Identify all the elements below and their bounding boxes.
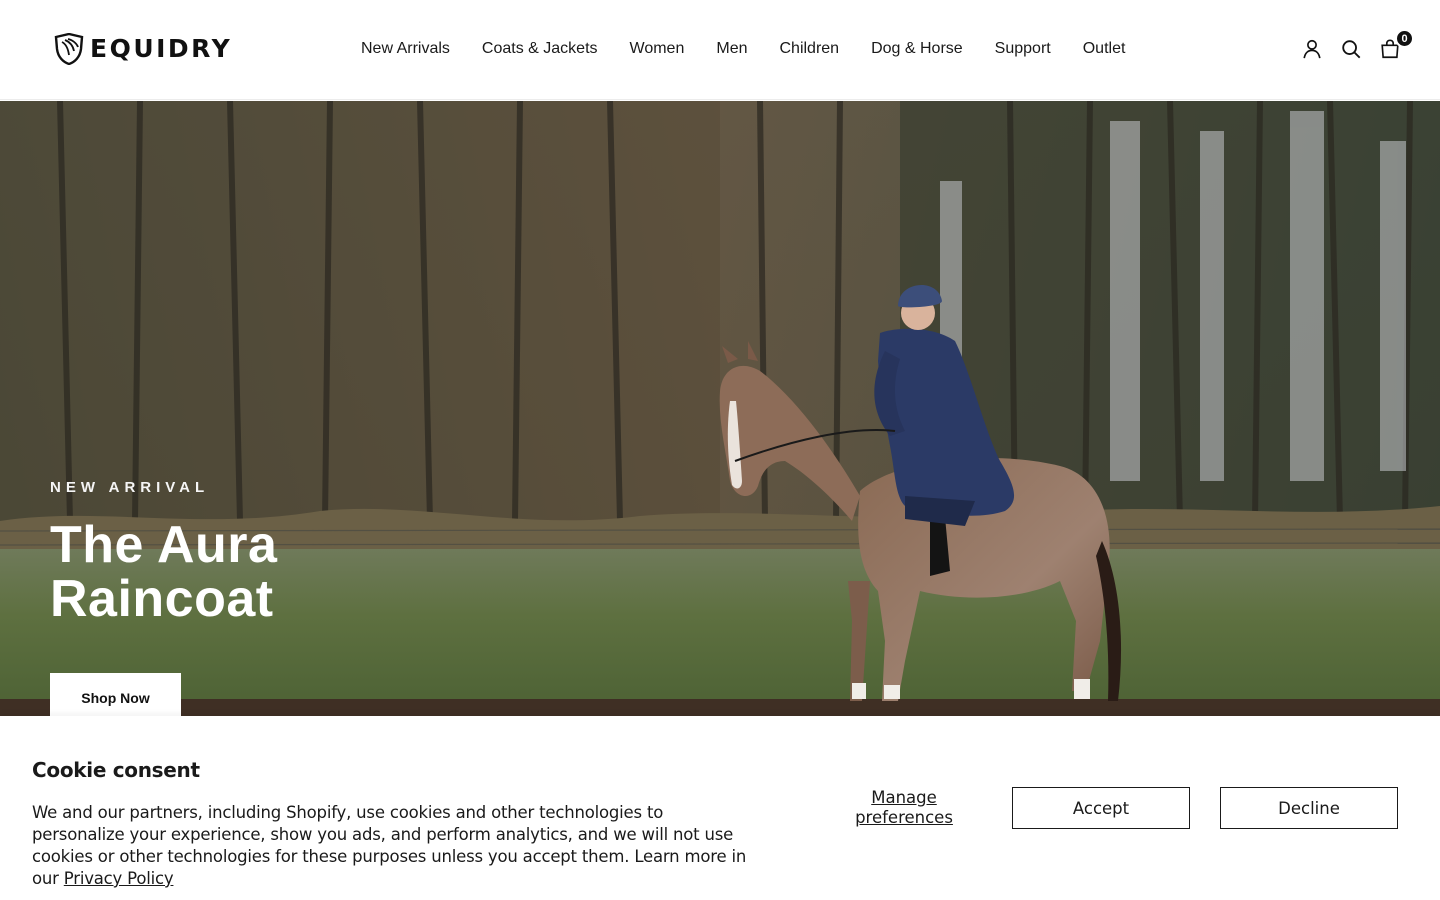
- logo[interactable]: EQUIDRY: [54, 33, 232, 65]
- manage-preferences-link[interactable]: Manage preferences: [838, 788, 970, 828]
- nav-item-women[interactable]: Women: [614, 38, 701, 60]
- cookie-consent-banner: Cookie consent We and our partners, incl…: [0, 716, 1440, 900]
- main-nav: New Arrivals Coats & Jackets Women Men C…: [345, 38, 1141, 60]
- cookie-title: Cookie consent: [32, 758, 200, 782]
- hero-banner: NEW ARRIVAL The Aura Raincoat Shop Now: [0, 101, 1440, 716]
- nav-item-coats-jackets[interactable]: Coats & Jackets: [466, 38, 614, 60]
- site-header: EQUIDRY New Arrivals Coats & Jackets Wom…: [0, 0, 1440, 100]
- header-actions: 0: [1299, 29, 1414, 65]
- cart-icon[interactable]: 0: [1377, 29, 1414, 65]
- privacy-policy-link[interactable]: Privacy Policy: [64, 869, 174, 888]
- hero-eyebrow: NEW ARRIVAL: [50, 479, 210, 496]
- logo-text: EQUIDRY: [90, 34, 233, 63]
- search-icon[interactable]: [1338, 33, 1363, 65]
- shop-now-button[interactable]: Shop Now: [50, 673, 181, 716]
- nav-item-new-arrivals[interactable]: New Arrivals: [345, 38, 466, 60]
- shield-logo-icon: [54, 33, 84, 65]
- nav-item-men[interactable]: Men: [700, 38, 763, 60]
- accept-button[interactable]: Accept: [1012, 787, 1190, 829]
- account-icon[interactable]: [1299, 33, 1324, 65]
- hero-title: The Aura Raincoat: [50, 516, 278, 628]
- hero-text: NEW ARRIVAL The Aura Raincoat: [50, 479, 450, 626]
- nav-item-dog-horse[interactable]: Dog & Horse: [855, 38, 979, 60]
- nav-item-outlet[interactable]: Outlet: [1067, 38, 1142, 60]
- decline-button[interactable]: Decline: [1220, 787, 1398, 829]
- cookie-text: We and our partners, including Shopify, …: [32, 802, 752, 890]
- nav-item-support[interactable]: Support: [979, 38, 1067, 60]
- cart-count-badge: 0: [1395, 29, 1414, 48]
- nav-item-children[interactable]: Children: [763, 38, 855, 60]
